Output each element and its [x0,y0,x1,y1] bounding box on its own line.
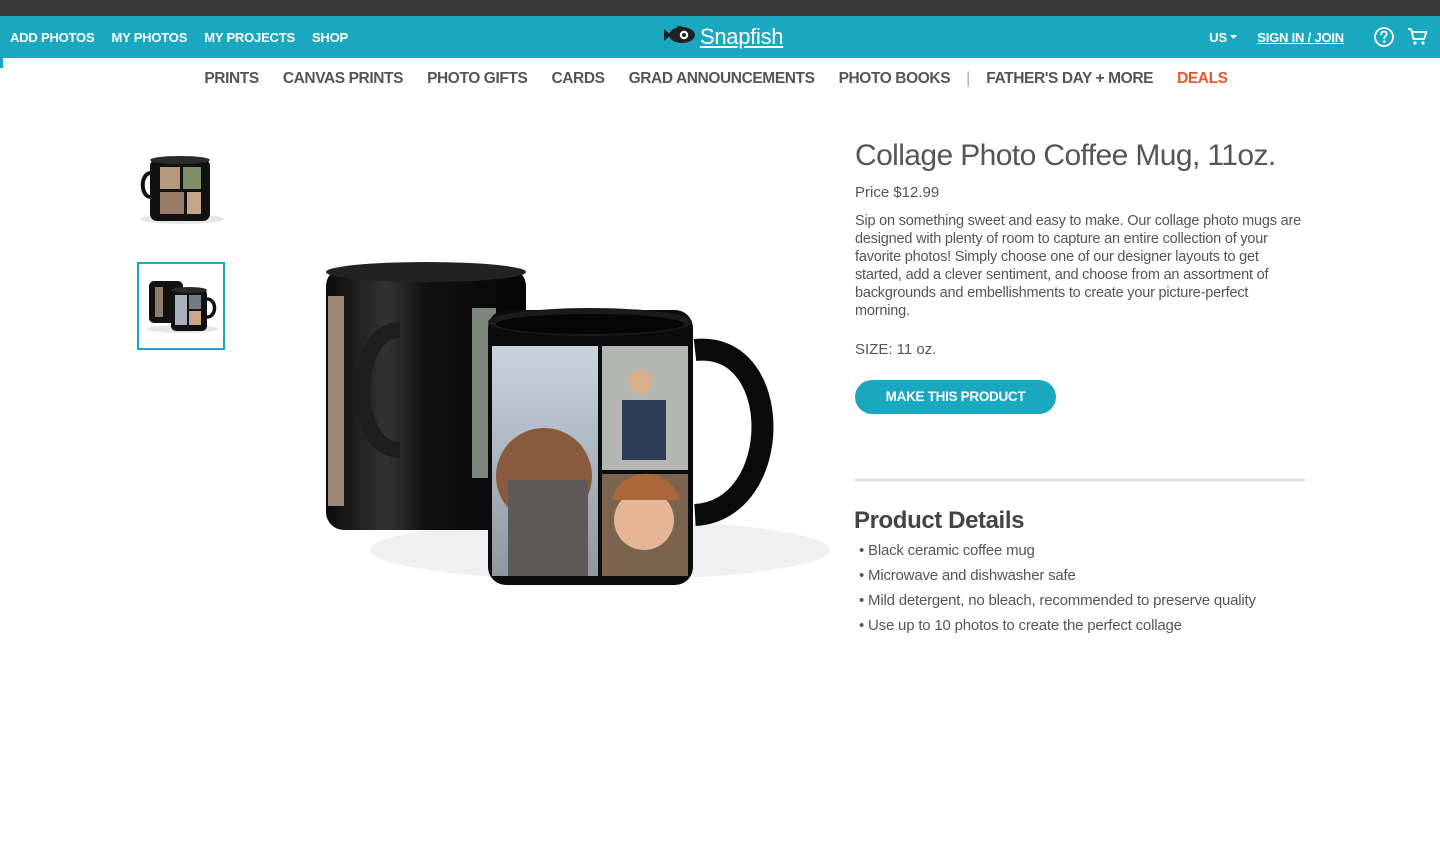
mugs-product-photo [326,262,830,585]
category-canvas-prints[interactable]: CANVAS PRINTS [283,70,404,88]
help-button[interactable] [1372,25,1396,49]
region-label: US [1209,29,1228,45]
nav-my-photos[interactable]: MY PHOTOS [111,30,187,45]
product-details-heading: Product Details [854,507,1025,534]
thumbnail-two-mugs[interactable] [137,262,225,350]
fish-logo-icon [664,26,695,43]
product-description: Sip on something sweet and easy to make.… [855,213,1302,319]
brand-name: Snapfish [700,24,784,49]
nav-shop[interactable]: SHOP [312,30,348,45]
section-divider [855,479,1305,481]
main-product-image [300,250,830,610]
nav-my-projects[interactable]: MY PROJECTS [204,30,295,45]
chevron-down-icon [1230,34,1238,39]
category-deals[interactable]: DEALS [1177,70,1228,88]
category-grad-announcements[interactable]: GRAD ANNOUNCEMENTS [629,70,815,88]
list-item: • Mild detergent, no bleach, recommended… [859,592,1256,609]
product-title: Collage Photo Coffee Mug, 11oz. [855,139,1276,172]
help-icon [1374,27,1394,47]
product-size: SIZE: 11 oz. [855,341,937,358]
list-item: • Microwave and dishwasher safe [859,567,1076,584]
browser-top-strip [0,0,1440,16]
category-photo-gifts[interactable]: PHOTO GIFTS [427,70,528,88]
utility-nav: US SIGN IN / JOIN [1209,16,1430,58]
category-fathers-day[interactable]: FATHER'S DAY + MORE [986,70,1153,88]
cart-button[interactable] [1406,25,1430,49]
brand-logo[interactable]: Snapfish [662,22,784,52]
product-price: Price $12.99 [855,184,940,201]
category-nav: PRINTS CANVAS PRINTS PHOTO GIFTS CARDS G… [0,58,1440,100]
thumbnail-single-mug[interactable] [137,143,225,231]
list-item: • Use up to 10 photos to create the perf… [859,617,1182,634]
category-cards[interactable]: CARDS [551,70,605,88]
account-nav: ADD PHOTOS MY PHOTOS MY PROJECTS SHOP [10,16,348,58]
list-item: • Black ceramic coffee mug [859,542,1035,559]
category-prints[interactable]: PRINTS [204,70,259,88]
region-selector[interactable]: US [1209,29,1238,45]
cart-icon [1408,28,1428,45]
sign-in-link[interactable]: SIGN IN / JOIN [1257,30,1344,45]
make-this-product-button[interactable]: MAKE THIS PRODUCT [855,380,1056,414]
top-bar: ADD PHOTOS MY PHOTOS MY PROJECTS SHOP Sn… [0,16,1440,68]
product-details-list: • Black ceramic coffee mug • Microwave a… [859,538,1256,638]
category-separator: | [966,70,971,87]
single-mug-image [140,156,224,224]
two-mugs-image [147,281,219,333]
product-info: Collage Photo Coffee Mug, 11oz. Price $1… [855,138,1305,414]
nav-add-photos[interactable]: ADD PHOTOS [10,30,95,45]
category-photo-books[interactable]: PHOTO BOOKS [839,70,951,88]
